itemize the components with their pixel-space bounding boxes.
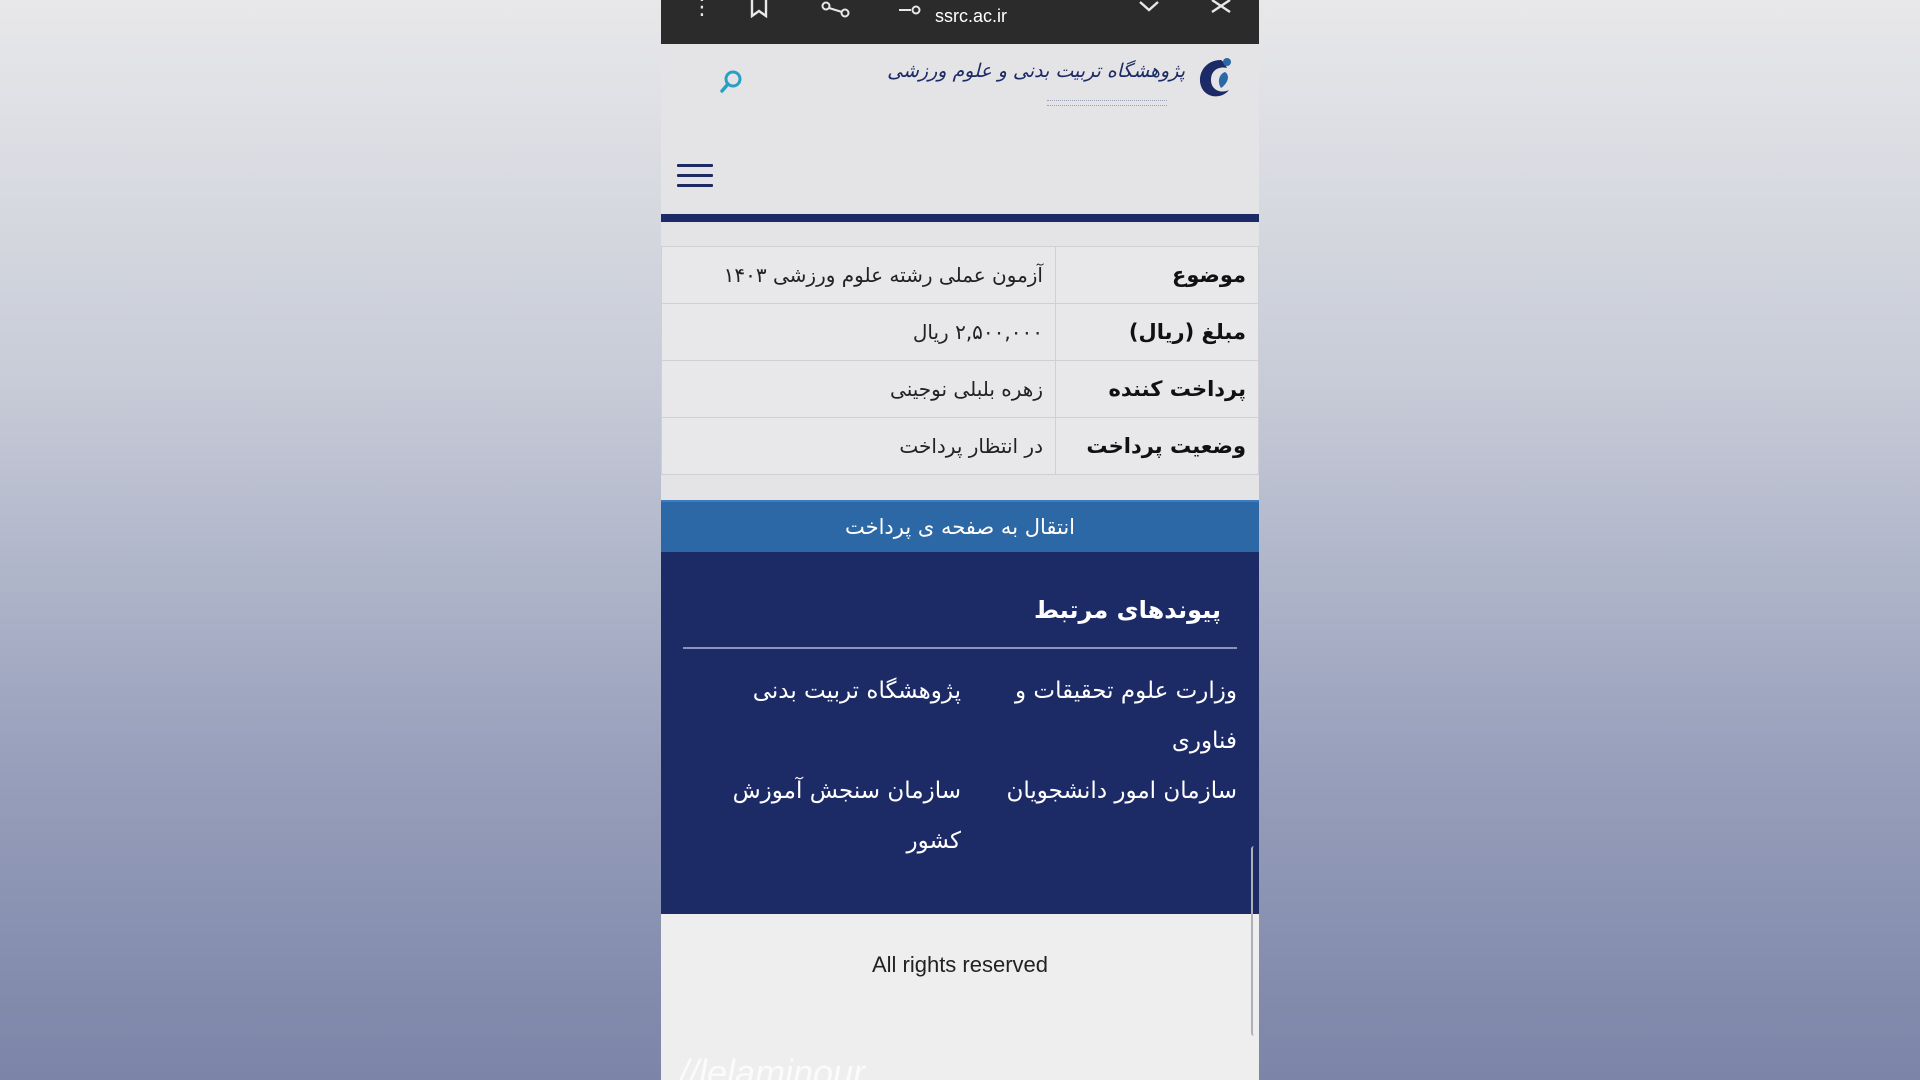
copyright-text: All rights reserved (871, 952, 1049, 977)
related-links-divider (683, 647, 1237, 649)
row-label: موضوع (1055, 246, 1259, 304)
watermark: //lelaminour (679, 1052, 866, 1080)
related-links-title: پیوندهای مرتبط (1033, 596, 1221, 624)
browser-toolbar: ⋮ ssrc.ac.ir (661, 0, 1259, 44)
row-value: در انتظار پرداخت (661, 417, 1056, 475)
menu-icon[interactable] (677, 164, 713, 190)
chevron-down-icon[interactable] (1137, 0, 1161, 20)
link-national-testing-org[interactable]: سازمان سنجش آموزش کشور (701, 766, 961, 866)
share-icon[interactable] (821, 0, 851, 20)
search-icon[interactable] (717, 68, 745, 96)
row-value: آزمون عملی رشته علوم ورزشی ۱۴۰۳ (661, 246, 1056, 304)
row-label: پرداخت کننده (1055, 360, 1259, 418)
logo-text: پژوهشگاه تربیت بدنی و علوم ورزشی (887, 60, 1185, 82)
address-bar-url[interactable]: ssrc.ac.ir (931, 6, 1011, 27)
close-icon[interactable] (1209, 0, 1233, 20)
site-settings-icon[interactable] (897, 0, 923, 20)
row-value: زهره بلبلی نوجینی (661, 360, 1056, 418)
link-sport-sciences-institute[interactable]: پژوهشگاه تربیت بدنی (701, 666, 961, 716)
scrollbar[interactable] (1251, 846, 1259, 1036)
phone-screen: ⋮ ssrc.ac.ir پژوهشگاه تربیت بدنی و علوم … (661, 0, 1259, 1080)
go-to-payment-button[interactable]: انتقال به صفحه ی پرداخت (661, 500, 1259, 554)
logo-emblem-icon (1199, 58, 1231, 97)
site-logo[interactable]: پژوهشگاه تربیت بدنی و علوم ورزشی (887, 52, 1237, 122)
link-ministry-of-science[interactable]: وزارت علوم تحقیقات و فناوری (989, 666, 1237, 766)
row-value: ۲,۵۰۰,۰۰۰ ریال (661, 303, 1056, 361)
bookmark-icon[interactable] (747, 0, 771, 20)
table-row: پرداخت کننده زهره بلبلی نوجینی (661, 360, 1259, 418)
payment-info-table: موضوع آزمون عملی رشته علوم ورزشی ۱۴۰۳ مب… (661, 246, 1259, 475)
table-row: مبلغ (ریال) ۲,۵۰۰,۰۰۰ ریال (661, 303, 1259, 361)
link-student-affairs[interactable]: سازمان امور دانشجویان (989, 766, 1237, 816)
more-options-icon[interactable]: ⋮ (691, 0, 713, 20)
header-divider (661, 214, 1259, 222)
site-header: پژوهشگاه تربیت بدنی و علوم ورزشی (661, 44, 1259, 214)
row-label: مبلغ (ریال) (1055, 303, 1259, 361)
related-links-section: پیوندهای مرتبط وزارت علوم تحقیقات و فناو… (661, 552, 1259, 914)
logo-subtitle-line (1047, 100, 1167, 106)
row-label: وضعیت پرداخت (1055, 417, 1259, 475)
table-row: موضوع آزمون عملی رشته علوم ورزشی ۱۴۰۳ (661, 246, 1259, 304)
table-row: وضعیت پرداخت در انتظار پرداخت (661, 417, 1259, 475)
